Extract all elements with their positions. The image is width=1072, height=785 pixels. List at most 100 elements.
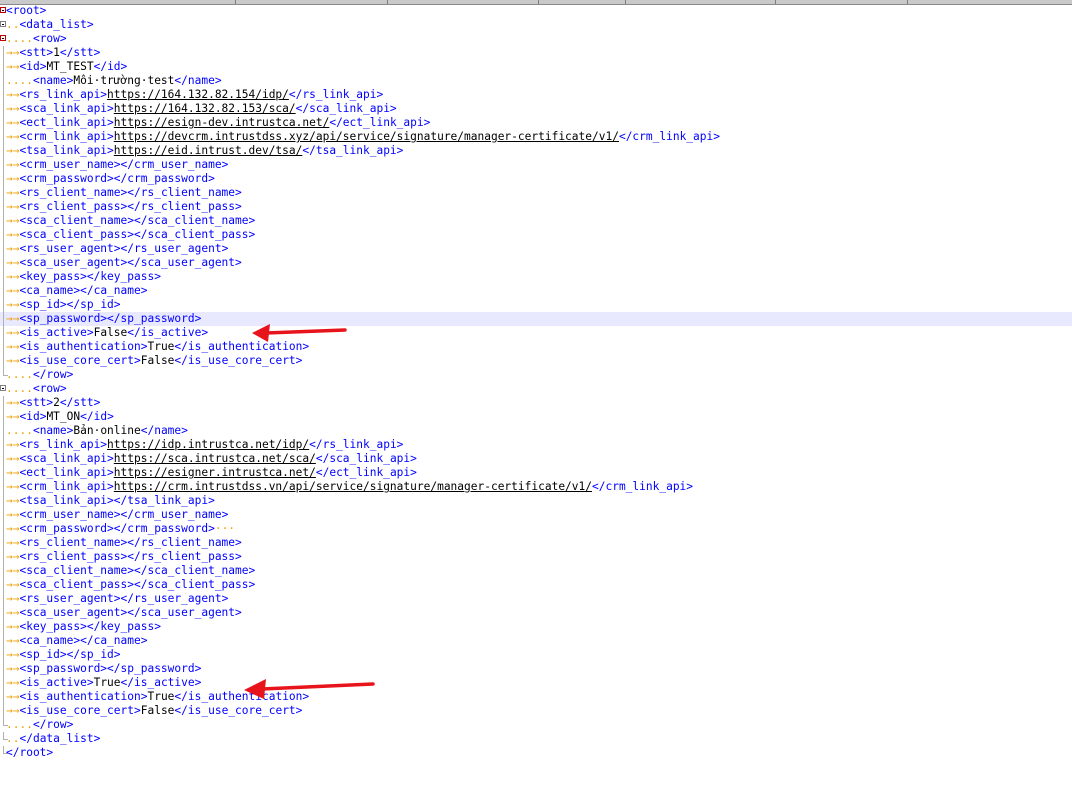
xml-url-value[interactable]: https://crm.intrustdss.vn/api/service/si… — [114, 480, 592, 493]
code-line[interactable]: →→<ca_name></ca_name> — [0, 634, 1072, 648]
xml-url-value[interactable]: https://164.132.82.154/idp/ — [107, 88, 289, 101]
code-line[interactable]: →→<sca_link_api>https://164.132.82.153/s… — [0, 102, 1072, 116]
code-line[interactable]: <root> — [0, 4, 1072, 18]
xml-url-value[interactable]: https://devcrm.intrustdss.xyz/api/servic… — [114, 130, 619, 143]
code-text: →→<rs_client_pass></rs_client_pass> — [6, 550, 242, 564]
code-line[interactable]: →→<sca_user_agent></sca_user_agent> — [0, 606, 1072, 620]
xml-close-tag: </sp_id> — [66, 298, 121, 311]
code-line[interactable]: →→<sca_client_name></sca_client_name> — [0, 564, 1072, 578]
code-text: →→<stt>1</stt> — [6, 46, 100, 60]
code-line[interactable]: →→<sca_user_agent></sca_user_agent> — [0, 256, 1072, 270]
code-line[interactable]: →→<rs_client_pass></rs_client_pass> — [0, 200, 1072, 214]
xml-url-value[interactable]: https://esigner.intrustca.net/ — [114, 466, 316, 479]
code-line[interactable]: →→<rs_user_agent></rs_user_agent> — [0, 592, 1072, 606]
xml-close-tag: </id> — [80, 410, 114, 423]
code-line[interactable]: →→<rs_user_agent></rs_user_agent> — [0, 242, 1072, 256]
whitespace-indicator: →→ — [6, 396, 20, 409]
code-line[interactable]: →→<sp_id></sp_id> — [0, 298, 1072, 312]
code-line[interactable]: →→<rs_link_api>https://idp.intrustca.net… — [0, 438, 1072, 452]
code-line[interactable]: ....</row> — [0, 368, 1072, 382]
code-line[interactable]: ....<name>Bản·online</name> — [0, 424, 1072, 438]
code-line[interactable]: →→<key_pass></key_pass> — [0, 620, 1072, 634]
xml-editor[interactable]: <root> ..<data_list> ....<row> →→<stt>1</st… — [0, 4, 1072, 760]
xml-close-tag: </sca_user_agent> — [127, 256, 242, 269]
code-text: →→<is_use_core_cert>False</is_use_core_c… — [6, 354, 302, 368]
fold-tree-line — [3, 550, 4, 564]
xml-open-tag: <is_use_core_cert> — [19, 354, 141, 367]
code-line[interactable]: →→<sca_client_name></sca_client_name> — [0, 214, 1072, 228]
fold-tree-line — [3, 46, 4, 60]
code-line[interactable]: →→<rs_client_pass></rs_client_pass> — [0, 550, 1072, 564]
code-line[interactable]: ....<row> — [0, 382, 1072, 396]
code-line[interactable]: ....<row> — [0, 32, 1072, 46]
code-line[interactable]: →→<crm_link_api>https://devcrm.intrustds… — [0, 130, 1072, 144]
code-line[interactable]: →→<id>MT_ON</id> — [0, 410, 1072, 424]
fold-tree-line — [3, 144, 4, 158]
code-line[interactable]: →→<ect_link_api>https://esigner.intrustc… — [0, 466, 1072, 480]
fold-tree-line — [3, 242, 4, 256]
code-line[interactable]: →→<is_use_core_cert>False</is_use_core_c… — [0, 704, 1072, 718]
xml-url-value[interactable]: https://sca.intrustca.net/sca/ — [114, 452, 316, 465]
code-line[interactable]: →→<sp_password></sp_password> — [0, 312, 1072, 326]
code-text: →→<rs_client_name></rs_client_name> — [6, 536, 242, 550]
xml-close-tag: </key_pass> — [86, 620, 161, 633]
code-line[interactable]: →→<sp_password></sp_password> — [0, 662, 1072, 676]
whitespace-indicator: →→ — [6, 480, 20, 493]
code-line[interactable]: ..</data_list> — [0, 732, 1072, 746]
code-line[interactable]: →→<sp_id></sp_id> — [0, 648, 1072, 662]
code-line[interactable]: →→<rs_client_name></rs_client_name> — [0, 536, 1072, 550]
code-line[interactable]: →→<sca_client_pass></sca_client_pass> — [0, 578, 1072, 592]
xml-open-tag: <crm_password> — [19, 522, 114, 535]
xml-open-tag: <sca_client_pass> — [19, 578, 134, 591]
code-line[interactable]: →→<stt>2</stt> — [0, 396, 1072, 410]
whitespace-indicator: .... — [6, 32, 33, 45]
whitespace-indicator: →→ — [6, 634, 20, 647]
xml-url-value[interactable]: https://idp.intrustca.net/idp/ — [107, 438, 309, 451]
xml-open-tag: <stt> — [19, 46, 54, 59]
code-line[interactable]: →→<is_active>True</is_active> — [0, 676, 1072, 690]
code-line[interactable]: →→<crm_password></crm_password> — [0, 172, 1072, 186]
whitespace-indicator: →→ — [6, 494, 20, 507]
code-line[interactable]: →→<sca_link_api>https://sca.intrustca.ne… — [0, 452, 1072, 466]
code-line[interactable]: →→<tsa_link_api></tsa_link_api> — [0, 494, 1072, 508]
fold-tree-line — [3, 704, 4, 718]
fold-tree-line — [3, 130, 4, 144]
code-line[interactable]: →→<id>MT_TEST</id> — [0, 60, 1072, 74]
code-text: →→<is_use_core_cert>False</is_use_core_c… — [6, 704, 302, 718]
code-text: →→<crm_password></crm_password> — [6, 172, 215, 186]
fold-tree-line — [3, 564, 4, 578]
code-line[interactable]: →→<crm_password></crm_password>··· — [0, 522, 1072, 536]
xml-url-value[interactable]: https://164.132.82.153/sca/ — [114, 102, 296, 115]
whitespace-indicator: →→ — [6, 410, 20, 423]
code-line[interactable]: →→<crm_user_name></crm_user_name> — [0, 508, 1072, 522]
code-line[interactable]: →→<rs_link_api>https://164.132.82.154/id… — [0, 88, 1072, 102]
fold-tree-line — [3, 74, 4, 88]
code-line[interactable]: →→<is_authentication>True</is_authentica… — [0, 340, 1072, 354]
code-line[interactable]: ....</row> — [0, 718, 1072, 732]
code-line[interactable]: ..<data_list> — [0, 18, 1072, 32]
xml-url-value[interactable]: https://eid.intrust.dev/tsa/ — [114, 144, 303, 157]
fold-tree-line — [3, 200, 4, 214]
code-line[interactable]: →→<ca_name></ca_name> — [0, 284, 1072, 298]
code-line[interactable]: →→<is_use_core_cert>False</is_use_core_c… — [0, 354, 1072, 368]
xml-tag: <row> — [32, 382, 67, 395]
code-line[interactable]: →→<key_pass></key_pass> — [0, 270, 1072, 284]
xml-tag: </root> — [6, 746, 54, 759]
code-line[interactable]: ....<name>Môi·trường·test</name> — [0, 74, 1072, 88]
code-line[interactable]: →→<crm_link_api>https://crm.intrustdss.v… — [0, 480, 1072, 494]
code-line[interactable]: →→<sca_client_pass></sca_client_pass> — [0, 228, 1072, 242]
code-line[interactable]: →→<is_active>False</is_active> — [0, 326, 1072, 340]
xml-close-tag: </name> — [174, 74, 222, 87]
whitespace-indicator: →→ — [6, 200, 20, 213]
code-line[interactable]: →→<rs_client_name></rs_client_name> — [0, 186, 1072, 200]
code-line[interactable]: →→<is_authentication>True</is_authentica… — [0, 690, 1072, 704]
code-line[interactable]: </root> — [0, 746, 1072, 760]
fold-tree-line — [3, 676, 4, 690]
code-line[interactable]: →→<stt>1</stt> — [0, 46, 1072, 60]
code-text: →→<key_pass></key_pass> — [6, 620, 161, 634]
code-line[interactable]: →→<ect_link_api>https://esign-dev.intrus… — [0, 116, 1072, 130]
code-line[interactable]: →→<crm_user_name></crm_user_name> — [0, 158, 1072, 172]
code-line[interactable]: →→<tsa_link_api>https://eid.intrust.dev/… — [0, 144, 1072, 158]
fold-tree-line — [3, 536, 4, 550]
xml-url-value[interactable]: https://esign-dev.intrustca.net/ — [114, 116, 330, 129]
